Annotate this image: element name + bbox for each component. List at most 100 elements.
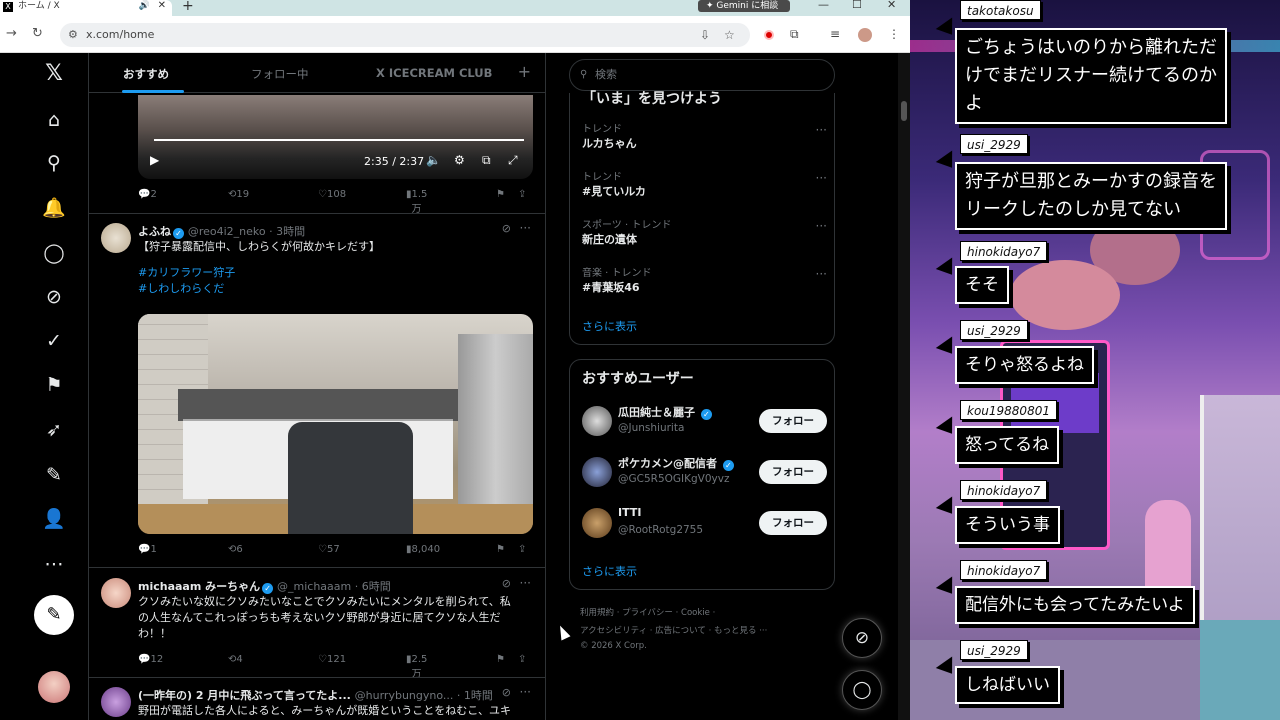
- avatar[interactable]: [101, 687, 131, 717]
- footer-links[interactable]: アクセシビリティ · 広告について · もっと見る ···: [580, 624, 767, 636]
- reply-button[interactable]: 💬 1: [138, 544, 157, 555]
- add-tab-icon[interactable]: +: [518, 62, 531, 81]
- show-more-link[interactable]: さらに表示: [582, 318, 637, 334]
- repost-button[interactable]: ⟲ 4: [228, 654, 243, 665]
- x-logo-icon[interactable]: 𝕏: [40, 60, 68, 88]
- extensions-icon[interactable]: ⧉: [790, 27, 799, 42]
- avatar[interactable]: [101, 223, 131, 253]
- video-player[interactable]: ▶ 2:35 / 2:37 🔈 ⚙ ⧉ ⤢: [138, 95, 533, 179]
- maximize-icon[interactable]: ☐: [852, 0, 862, 11]
- views-button[interactable]: ▮ 2.5万: [406, 654, 427, 680]
- post-author[interactable]: michaaam みーちゃん ✓ @_michaaam · 6時間: [138, 578, 391, 594]
- more-icon[interactable]: ···: [816, 123, 827, 137]
- repost-button[interactable]: ⟲ 19: [228, 189, 249, 200]
- menu-icon[interactable]: ⋮: [888, 27, 900, 41]
- reply-button[interactable]: 💬 2: [138, 189, 157, 200]
- scrollbar[interactable]: [898, 53, 910, 720]
- address-bar[interactable]: ⚙ x.com/home ⇩ ☆: [60, 23, 750, 47]
- volume-icon[interactable]: 🔈: [426, 153, 441, 167]
- account-avatar[interactable]: [38, 671, 70, 703]
- more-icon[interactable]: ···: [816, 267, 827, 281]
- avatar[interactable]: [582, 508, 612, 538]
- search-icon[interactable]: ⚲: [40, 149, 68, 177]
- site-info-icon[interactable]: ⚙: [68, 23, 78, 47]
- like-button[interactable]: ♡ 108: [318, 189, 346, 200]
- profile-icon[interactable]: 👤: [40, 505, 68, 533]
- tab-x-home[interactable]: X ホーム / X 🔊 ✕: [0, 0, 172, 16]
- post-author[interactable]: よふね ✓ @reo4i2_neko · 3時間: [138, 223, 305, 239]
- avatar[interactable]: [101, 578, 131, 608]
- post-image[interactable]: [138, 314, 533, 534]
- gemini-button[interactable]: ✦ Gemini に相談: [698, 0, 790, 12]
- hashtag-link[interactable]: #カリフラワー狩子: [138, 265, 533, 281]
- video-progress-bar[interactable]: [154, 139, 524, 141]
- hashtag-link[interactable]: #しわしわらくだ: [138, 281, 533, 297]
- home-icon[interactable]: ⌂: [40, 106, 68, 134]
- close-tab-icon[interactable]: ✕: [158, 0, 166, 12]
- scrollbar-thumb[interactable]: [901, 101, 907, 121]
- repost-button[interactable]: ⟲ 6: [228, 544, 243, 555]
- user-suggestion[interactable]: ポケカメン@配信者 ✓ @GC5R5OGIKgV0yvz フォロー: [582, 455, 827, 491]
- grok-icon[interactable]: ⊘: [40, 283, 68, 311]
- reply-button[interactable]: 💬 12: [138, 654, 163, 665]
- profile-avatar[interactable]: [858, 28, 872, 42]
- play-icon[interactable]: ▶: [150, 153, 159, 167]
- follow-button[interactable]: フォロー: [759, 460, 827, 484]
- record-icon[interactable]: [764, 30, 774, 40]
- post-author[interactable]: (一昨年の) 2 月中に飛ぶって言ってたよ... @hurrybungyno..…: [138, 687, 493, 703]
- more-icon[interactable]: ···: [816, 171, 827, 185]
- share-icon[interactable]: ⇪: [518, 654, 526, 665]
- fullscreen-icon[interactable]: ⤢: [508, 153, 518, 168]
- views-button[interactable]: ▮ 8,040: [406, 544, 440, 555]
- bookmark-icon[interactable]: ⚑: [496, 654, 505, 665]
- like-button[interactable]: ♡ 121: [318, 654, 346, 665]
- premium-icon[interactable]: ➶: [40, 416, 68, 444]
- verified-icon[interactable]: ✓: [40, 327, 68, 355]
- speaker-icon[interactable]: 🔊: [139, 0, 150, 12]
- share-icon[interactable]: ⇪: [518, 189, 526, 200]
- bookmark-icon[interactable]: ⚑: [496, 544, 505, 555]
- trend-item[interactable]: 音楽 · トレンド #青葉坂46 ···: [582, 267, 827, 296]
- more-icon[interactable]: ⋯: [40, 550, 68, 578]
- reading-list-icon[interactable]: ≡: [830, 27, 840, 41]
- tab-following[interactable]: フォロー中: [251, 66, 309, 82]
- messages-icon[interactable]: ◯: [40, 239, 68, 267]
- trend-item[interactable]: トレンド ルカちゃん ···: [582, 123, 827, 152]
- forward-icon[interactable]: →: [6, 26, 17, 41]
- notifications-icon[interactable]: 🔔: [40, 194, 68, 222]
- grok-icon[interactable]: ⊘: [502, 577, 511, 590]
- reload-icon[interactable]: ↻: [32, 26, 43, 41]
- more-icon[interactable]: ···: [520, 685, 531, 699]
- settings-icon[interactable]: ⚙: [454, 153, 465, 167]
- window-close-icon[interactable]: ✕: [887, 0, 896, 11]
- trend-item[interactable]: スポーツ · トレンド 新庄の遺体 ···: [582, 219, 827, 248]
- grok-icon[interactable]: ⊘: [502, 222, 511, 235]
- pip-icon[interactable]: ⧉: [482, 153, 491, 168]
- grok-fab-icon[interactable]: ⊘: [842, 618, 882, 658]
- install-icon[interactable]: ⇩: [700, 23, 710, 47]
- more-icon[interactable]: ···: [816, 219, 827, 233]
- compose-button[interactable]: ✎: [34, 595, 74, 635]
- new-tab-button[interactable]: +: [182, 0, 194, 14]
- views-button[interactable]: ▮ 1.5万: [406, 189, 427, 215]
- user-suggestion[interactable]: 瓜田純士＆麗子 ✓ @Junshiurita フォロー: [582, 404, 827, 440]
- user-suggestion[interactable]: ITTI @RootRotg2755 フォロー: [582, 506, 827, 542]
- messages-fab-icon[interactable]: ◯: [842, 670, 882, 710]
- more-icon[interactable]: ···: [520, 576, 531, 590]
- minimize-icon[interactable]: —: [818, 0, 829, 11]
- more-icon[interactable]: ···: [520, 221, 531, 235]
- like-button[interactable]: ♡ 57: [318, 544, 340, 555]
- share-icon[interactable]: ⇪: [518, 544, 526, 555]
- follow-button[interactable]: フォロー: [759, 409, 827, 433]
- grok-icon[interactable]: ⊘: [502, 686, 511, 699]
- show-more-link[interactable]: さらに表示: [582, 563, 637, 579]
- bookmark-icon[interactable]: ⚑: [496, 189, 505, 200]
- bookmark-star-icon[interactable]: ☆: [724, 23, 735, 47]
- footer-links[interactable]: 利用規約 · プライバシー · Cookie ·: [580, 606, 715, 618]
- articles-icon[interactable]: ✎: [40, 461, 68, 489]
- tab-recommended[interactable]: おすすめ: [123, 66, 169, 82]
- tab-community[interactable]: X ICECREAM CLUB: [376, 66, 492, 80]
- trend-item[interactable]: トレンド #見ていルカ ···: [582, 171, 827, 200]
- search-input[interactable]: ⚲ 検索: [569, 59, 835, 91]
- follow-button[interactable]: フォロー: [759, 511, 827, 535]
